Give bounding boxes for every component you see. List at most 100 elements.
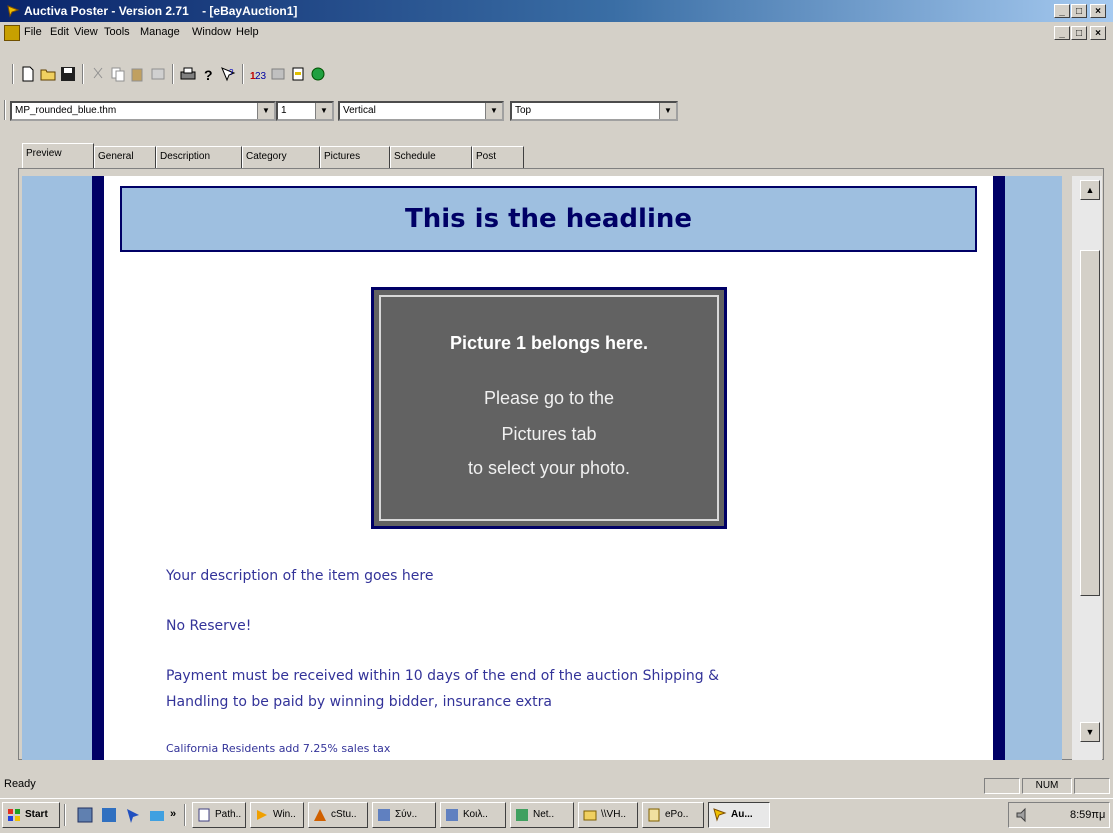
tab-post[interactable]: Post [472, 146, 524, 168]
tab-description[interactable]: Description [156, 146, 242, 168]
taskbar-button-koil[interactable]: Κοιλ.. [440, 802, 506, 828]
chevron-down-icon[interactable]: ▼ [315, 103, 332, 119]
taskbar-button-net[interactable]: Net.. [510, 802, 574, 828]
layout-select[interactable]: Vertical ▼ [338, 101, 504, 121]
taskbar-button-cstu[interactable]: cStu.. [308, 802, 368, 828]
payment-terms-line-2: Handling to be paid by winning bidder, i… [166, 694, 553, 710]
start-button[interactable]: Start [2, 802, 60, 828]
status-panel [1074, 778, 1110, 794]
tab-category[interactable]: Category [242, 146, 320, 168]
grid-icon [446, 809, 458, 821]
toolbar-grip [12, 64, 14, 84]
folder-icon [583, 810, 597, 821]
chevron-down-icon[interactable]: ▼ [659, 103, 676, 119]
document-icon [4, 25, 20, 41]
menu-bar: File Edit View Tools Manage Window Help [0, 22, 1113, 44]
tab-preview[interactable]: Preview [22, 143, 94, 169]
menu-manage[interactable]: Manage [140, 26, 180, 38]
taskbar-button-win[interactable]: Win.. [250, 802, 304, 828]
reserve-text: No Reserve! [166, 618, 252, 634]
grid-icon [378, 809, 390, 821]
payment-terms-line-1: Payment must be received within 10 days … [166, 668, 720, 684]
document-icon [198, 808, 210, 822]
picture-instruction-1: Please go to the [483, 388, 615, 408]
picture-title: Picture 1 belongs here. [449, 333, 649, 353]
window-title: Auctiva Poster - Version 2.71 - [eBayAuc… [24, 4, 298, 18]
windows-logo-icon [8, 809, 20, 821]
print-icon[interactable] [180, 66, 196, 82]
refresh-icon[interactable] [310, 66, 326, 82]
count-select[interactable]: 1 ▼ [276, 101, 334, 121]
taskbar-button-path[interactable]: Path.. [192, 802, 246, 828]
picture-instruction-2: Pictures tab [501, 424, 597, 444]
paste-icon[interactable] [130, 66, 146, 82]
help-document-icon [648, 808, 660, 822]
clock[interactable]: 8:59πμ [1070, 809, 1105, 821]
svg-text:?: ? [229, 68, 234, 77]
quicklaunch-more-chevron[interactable]: » [170, 808, 176, 820]
quicklaunch-folder-icon[interactable] [148, 806, 166, 824]
spell-check-icon[interactable] [150, 66, 166, 82]
context-help-icon[interactable]: ? [220, 66, 236, 82]
num-lock-indicator: NUM [1022, 778, 1072, 794]
layout-value: Vertical [343, 105, 376, 116]
speaker-icon[interactable] [1014, 806, 1032, 824]
item-description: Your description of the item goes here [166, 568, 434, 584]
doc-close-button[interactable]: × [1090, 26, 1106, 40]
count-value: 1 [281, 105, 287, 116]
cut-icon[interactable] [90, 66, 106, 82]
preview-page-icon[interactable] [290, 66, 306, 82]
quicklaunch-cursor-icon[interactable] [124, 806, 142, 824]
copy-icon[interactable] [110, 66, 126, 82]
menu-view[interactable]: View [74, 26, 98, 38]
media-icon [257, 810, 267, 820]
quicklaunch-app-icon[interactable] [76, 806, 94, 824]
open-folder-icon[interactable] [40, 66, 56, 82]
menu-window[interactable]: Window [192, 26, 231, 38]
help-icon[interactable]: ? [200, 66, 216, 82]
save-icon[interactable] [60, 66, 76, 82]
svg-text:23: 23 [255, 71, 266, 82]
template-select[interactable]: MP_rounded_blue.thm ▼ [10, 101, 276, 121]
scroll-up-button[interactable]: ▲ [1080, 180, 1100, 200]
minimize-button[interactable]: _ [1054, 4, 1070, 18]
template-value: MP_rounded_blue.thm [15, 105, 117, 116]
app-icon [7, 5, 20, 18]
taskbar-button-syn[interactable]: Σύν.. [372, 802, 436, 828]
tab-general[interactable]: General [94, 146, 156, 168]
menu-help[interactable]: Help [236, 26, 259, 38]
quicklaunch-browser-icon[interactable] [100, 806, 118, 824]
taskbar-button-auctiva[interactable]: Au... [708, 802, 770, 828]
tab-pictures[interactable]: Pictures [320, 146, 390, 168]
auctiva-icon [713, 808, 727, 822]
menu-tools[interactable]: Tools [104, 26, 130, 38]
title-bar[interactable]: Auctiva Poster - Version 2.71 - [eBayAuc… [0, 0, 1113, 22]
svg-text:?: ? [204, 67, 213, 82]
left-border-stripe [92, 176, 104, 760]
chevron-down-icon[interactable]: ▼ [257, 103, 274, 119]
scrollbar-thumb[interactable] [1080, 250, 1100, 596]
menu-edit[interactable]: Edit [50, 26, 69, 38]
chevron-down-icon[interactable]: ▼ [485, 103, 502, 119]
pictures-icon[interactable] [270, 66, 286, 82]
tab-schedule[interactable]: Schedule [390, 146, 472, 168]
maximize-button[interactable]: □ [1071, 4, 1087, 18]
doc-minimize-button[interactable]: _ [1054, 26, 1070, 40]
right-border-stripe [993, 176, 1005, 760]
taskbar-button-epo[interactable]: ePo.. [642, 802, 704, 828]
close-button[interactable]: × [1090, 4, 1106, 18]
app-icon [314, 809, 326, 821]
doc-restore-button[interactable]: □ [1071, 26, 1087, 40]
status-panel [984, 778, 1020, 794]
new-file-icon[interactable] [20, 66, 36, 82]
numbering-icon[interactable]: 1 23 [250, 66, 266, 82]
menu-file[interactable]: File [24, 26, 42, 38]
picture-instruction-3: to select your photo. [467, 458, 631, 478]
taskbar-button-vh[interactable]: \\VH.. [578, 802, 638, 828]
auction-headline: This is the headline [120, 186, 977, 252]
position-value: Top [515, 105, 532, 116]
position-select[interactable]: Top ▼ [510, 101, 678, 121]
status-text: Ready [4, 778, 36, 790]
tax-notice: California Residents add 7.25% sales tax [166, 742, 391, 755]
scroll-down-button[interactable]: ▼ [1080, 722, 1100, 742]
